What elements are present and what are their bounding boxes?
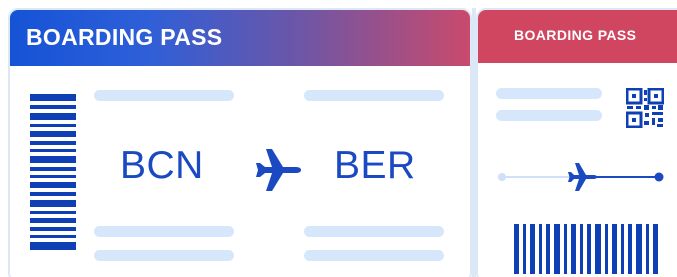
- barcode-bar: [612, 224, 617, 274]
- barcode-bar: [539, 224, 542, 274]
- stub-header: BOARDING PASS: [478, 10, 677, 63]
- barcode-bar: [621, 224, 624, 274]
- barcode-bar: [30, 175, 76, 178]
- barcode-bar: [30, 242, 76, 250]
- placeholder-line: [94, 250, 234, 261]
- barcode-bar: [30, 227, 76, 231]
- barcode-bar: [595, 224, 601, 274]
- barcode-bar: [30, 200, 76, 207]
- barcode-bar: [30, 94, 76, 101]
- barcode-bar: [30, 124, 76, 127]
- barcode-bar: [605, 224, 608, 274]
- barcode-bar: [514, 224, 519, 274]
- boarding-pass-stub: BOARDING PASS: [476, 8, 677, 277]
- qr-code-icon: [626, 88, 664, 128]
- barcode-bar: [653, 224, 658, 274]
- barcode-bar: [554, 224, 560, 274]
- flight-route: [498, 163, 664, 191]
- barcode-bar: [30, 192, 76, 196]
- barcode-bar: [628, 224, 632, 274]
- barcode-bar: [530, 224, 535, 274]
- stub-header-title: BOARDING PASS: [514, 27, 637, 43]
- airplane-icon: [256, 149, 301, 191]
- barcode-bar: [30, 182, 76, 188]
- barcode-bar: [30, 113, 76, 120]
- barcode-bar: [636, 224, 642, 274]
- barcode-bar: [571, 224, 576, 274]
- barcode-bar: [30, 141, 76, 145]
- origin-code: BCN: [120, 144, 204, 187]
- placeholder-line: [304, 226, 444, 237]
- barcode-icon: [514, 224, 664, 274]
- boarding-pass-main: BOARDING PASS BCN BER: [8, 8, 472, 277]
- main-header-title: BOARDING PASS: [26, 24, 223, 50]
- airplane-icon: [568, 163, 597, 191]
- barcode-bar: [30, 156, 76, 163]
- barcode-bar: [564, 224, 567, 274]
- barcode-bar: [546, 224, 550, 274]
- placeholder-line: [94, 90, 234, 101]
- barcode-bar: [580, 224, 583, 274]
- placeholder-line: [496, 110, 602, 121]
- placeholder-line: [304, 90, 444, 101]
- main-header: BOARDING PASS: [10, 10, 470, 66]
- placeholder-line: [304, 250, 444, 261]
- placeholder-line: [94, 226, 234, 237]
- boarding-pass-graphic: BOARDING PASS BCN BER BOARDING PASS: [0, 0, 677, 277]
- barcode-bar: [30, 218, 76, 223]
- barcode-bar: [30, 235, 76, 238]
- barcode-bar: [30, 149, 76, 152]
- barcode-icon: [30, 94, 76, 250]
- barcode-bar: [30, 167, 76, 171]
- barcode-bar: [587, 224, 591, 274]
- destination-code: BER: [334, 144, 416, 187]
- barcode-bar: [30, 211, 76, 214]
- placeholder-line: [496, 88, 602, 99]
- barcode-bar: [523, 224, 526, 274]
- barcode-bar: [646, 224, 649, 274]
- barcode-bar: [30, 105, 76, 109]
- barcode-bar: [30, 131, 76, 137]
